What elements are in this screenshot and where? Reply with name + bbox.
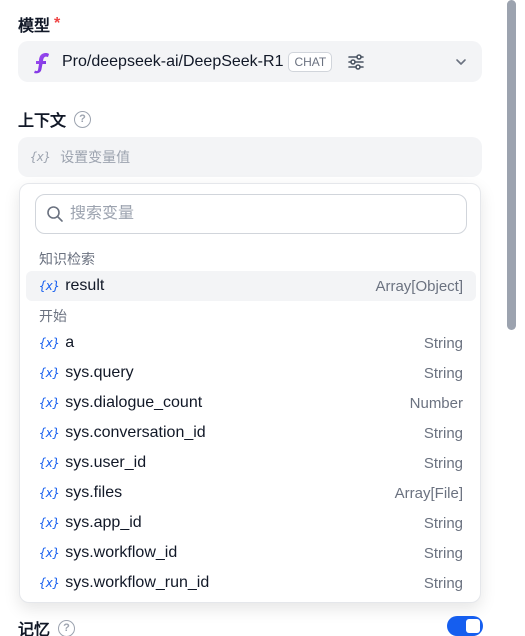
variable-type: String <box>423 454 463 472</box>
variable-icon: {x} <box>39 426 60 440</box>
variable-item-sys-workflow-run-id[interactable]: {x} sys.workflow_run_id String <box>26 568 476 598</box>
variable-item-a[interactable]: {x} a String <box>26 328 476 358</box>
group-title-start: 开始 <box>39 308 67 324</box>
variable-icon: {x} <box>39 336 60 350</box>
variable-name: sys.conversation_id <box>65 424 206 441</box>
variable-icon: {x} <box>39 396 60 410</box>
chevron-down-icon <box>456 58 466 65</box>
variable-name: a <box>65 334 75 351</box>
memory-toggle[interactable] <box>447 616 483 636</box>
variable-picker-popover: 知识检索 {x} result Array[Object] 开始 {x} a S… <box>19 183 481 603</box>
context-label: 上下文 ? <box>18 107 92 131</box>
variable-item-sys-workflow-id[interactable]: {x} sys.workflow_id String <box>26 538 476 568</box>
variable-item-sys-query[interactable]: {x} sys.query String <box>26 358 476 388</box>
variable-search-box[interactable] <box>35 194 467 234</box>
required-mark: * <box>54 15 61 32</box>
siliconflow-logo-icon <box>34 52 49 73</box>
help-icon[interactable]: ? <box>74 110 92 128</box>
variable-type: String <box>423 544 463 562</box>
model-label: 模型 * <box>18 12 60 36</box>
variable-item-sys-dialogue-count[interactable]: {x} sys.dialogue_count Number <box>26 388 476 418</box>
model-name: Pro/deepseek-ai/DeepSeek-R1 <box>62 52 284 70</box>
context-variable-input[interactable]: {x} 设置变量值 <box>18 137 482 177</box>
variable-name: sys.dialogue_count <box>65 394 203 411</box>
variable-name: sys.user_id <box>65 454 147 471</box>
group-title-knowledge-retrieval: 知识检索 <box>39 251 95 267</box>
parameter-settings-icon[interactable] <box>346 52 366 72</box>
variable-name: sys.workflow_id <box>65 544 178 561</box>
variable-type: String <box>423 574 463 592</box>
variable-item-result[interactable]: {x} result Array[Object] <box>26 271 476 301</box>
search-icon <box>47 206 63 222</box>
variable-name: sys.files <box>65 484 123 501</box>
memory-label-text: 记忆 <box>18 622 51 636</box>
variable-name: sys.app_id <box>65 514 142 531</box>
variable-item-sys-conversation-id[interactable]: {x} sys.conversation_id String <box>26 418 476 448</box>
variable-icon: {x} <box>39 486 60 500</box>
variable-icon: {x} <box>39 366 60 380</box>
variable-icon: {x} <box>30 150 51 164</box>
variable-type: String <box>423 334 463 352</box>
variable-type: String <box>423 424 463 442</box>
variable-type: String <box>423 364 463 382</box>
variable-item-sys-files[interactable]: {x} sys.files Array[File] <box>26 478 476 508</box>
model-label-text: 模型 <box>18 18 51 35</box>
variable-icon: {x} <box>39 279 60 293</box>
variable-type: Array[Object] <box>375 277 463 295</box>
model-selector[interactable]: Pro/deepseek-ai/DeepSeek-R1 CHAT <box>18 41 482 82</box>
variable-icon: {x} <box>39 516 60 530</box>
variable-name: result <box>65 277 105 294</box>
mode-badge: CHAT <box>288 51 333 72</box>
variable-search-input[interactable] <box>70 205 450 223</box>
context-label-text: 上下文 <box>18 113 67 130</box>
variable-type: Array[File] <box>394 484 463 502</box>
variable-name: sys.workflow_run_id <box>65 574 210 591</box>
variable-item-sys-user-id[interactable]: {x} sys.user_id String <box>26 448 476 478</box>
variable-icon: {x} <box>39 546 60 560</box>
variable-icon: {x} <box>39 456 60 470</box>
variable-icon: {x} <box>39 576 60 590</box>
memory-label: 记忆 ? <box>18 616 76 636</box>
scrollbar-thumb[interactable] <box>507 0 516 330</box>
variable-type: Number <box>409 394 463 412</box>
variable-item-sys-app-id[interactable]: {x} sys.app_id String <box>26 508 476 538</box>
context-placeholder: 设置变量值 <box>60 149 131 165</box>
variable-name: sys.query <box>65 364 134 381</box>
help-icon[interactable]: ? <box>58 619 76 636</box>
variable-type: String <box>423 514 463 532</box>
